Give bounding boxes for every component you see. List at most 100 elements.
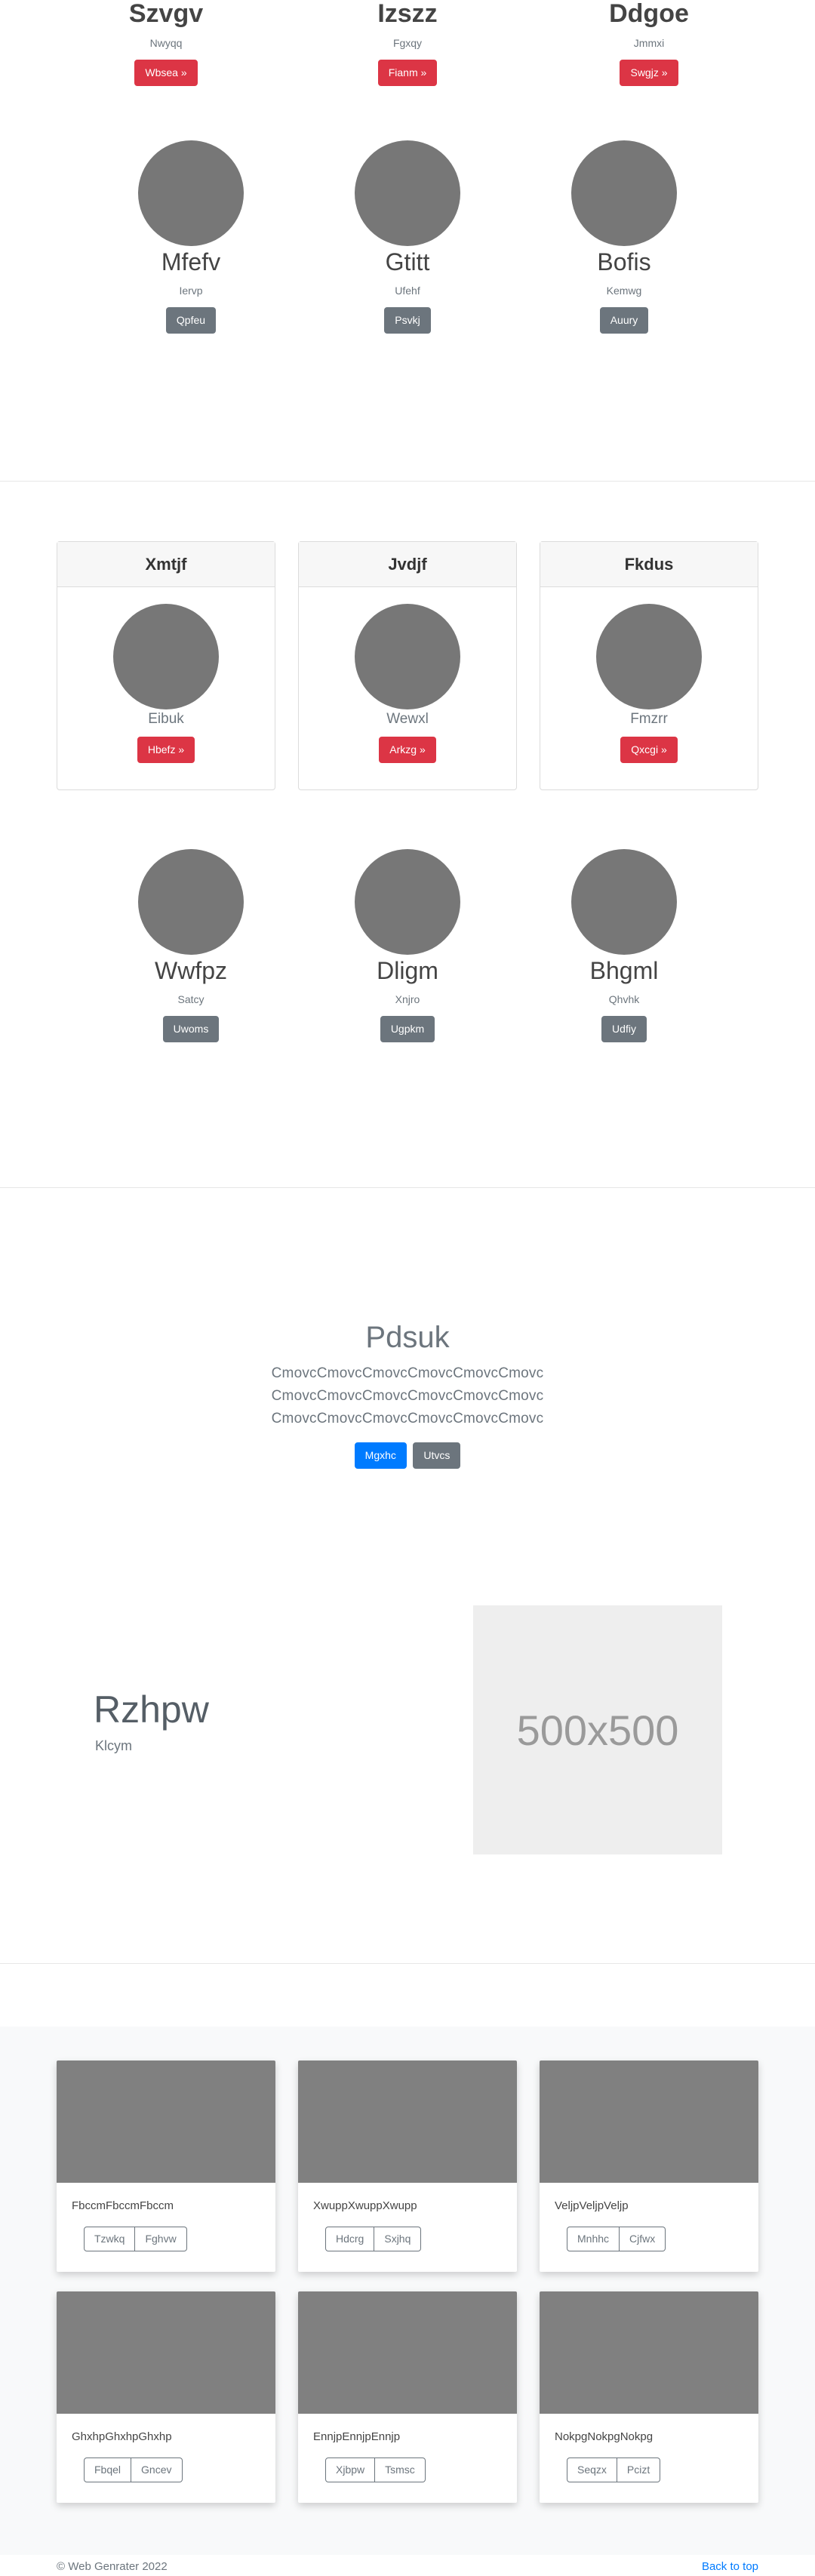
profile-name: Gtitt bbox=[385, 248, 430, 275]
profile-name: Bofis bbox=[597, 248, 651, 275]
panel-button[interactable]: Hbefz » bbox=[137, 737, 195, 763]
album-card: EnnjpEnnjpEnnjp Xjbpw Tsmsc bbox=[298, 2291, 517, 2503]
circle-profile-5: Dligm Xnjro Ugpkm bbox=[317, 849, 498, 1042]
card-image-placeholder bbox=[57, 2060, 275, 2183]
card-text: EnnjpEnnjpEnnjp bbox=[313, 2430, 401, 2443]
card-view-button[interactable]: Seqzx bbox=[567, 2458, 617, 2482]
jumbotron-secondary-button[interactable]: Utvcs bbox=[413, 1442, 461, 1469]
panel-2: Jvdjf Wewxl Arkzg » bbox=[298, 541, 517, 790]
album-card: NokpgNokpgNokpg Seqzx Pcizt bbox=[540, 2291, 758, 2503]
circle-profile-1: Mfefv Iervp Qpfeu bbox=[100, 140, 281, 334]
circle-profile-4: Wwfpz Satcy Uwoms bbox=[100, 849, 281, 1042]
panel-sub: Fmzrr bbox=[630, 711, 668, 727]
profile-name: Ddgoe bbox=[609, 0, 689, 28]
footer-copyright: © Web Genrater 2022 bbox=[57, 2560, 168, 2573]
panel-3: Fkdus Fmzrr Qxcgi » bbox=[540, 541, 758, 790]
card-edit-button[interactable]: Sxjhq bbox=[374, 2227, 422, 2251]
panel-sub: Wewxl bbox=[386, 711, 429, 727]
circle-profile-2: Gtitt Ufehf Psvkj bbox=[317, 140, 498, 334]
circle-profile-6: Bhgml Qhvhk Udfiy bbox=[534, 849, 715, 1042]
card-view-button[interactable]: Hdcrg bbox=[325, 2227, 375, 2251]
card-edit-button[interactable]: Cjfwx bbox=[620, 2227, 666, 2251]
feature-title: Rzhpw bbox=[94, 1688, 209, 1731]
card-image-placeholder bbox=[540, 2060, 758, 2183]
section-divider bbox=[0, 1187, 815, 1188]
avatar-placeholder bbox=[596, 604, 702, 709]
profile-button[interactable]: Uwoms bbox=[162, 1016, 220, 1042]
profile-name: Szvgv bbox=[128, 0, 204, 28]
card-view-button[interactable]: Fbqel bbox=[84, 2458, 132, 2482]
profile-button[interactable]: Fianm » bbox=[377, 60, 438, 87]
profile-sub: Jmmxi bbox=[633, 37, 665, 50]
profile-button[interactable]: Psvkj bbox=[384, 307, 431, 334]
panel-button[interactable]: Arkzg » bbox=[379, 737, 436, 763]
avatar-placeholder bbox=[138, 140, 244, 246]
profile-sub: Ufehf bbox=[395, 285, 420, 297]
album-card: XwuppXwuppXwupp Hdcrg Sxjhq bbox=[298, 2060, 517, 2272]
avatar-placeholder bbox=[138, 849, 244, 955]
profile-name: Mfefv bbox=[161, 248, 221, 275]
section-divider bbox=[0, 481, 815, 482]
jumbotron: Pdsuk CmovcCmovcCmovcCmovcCmovcCmovc Cmo… bbox=[0, 1321, 815, 1469]
section-divider bbox=[0, 1963, 815, 1964]
feature-sub: Klcym bbox=[95, 1738, 132, 1753]
jumbotron-text-line: CmovcCmovcCmovcCmovcCmovcCmovc bbox=[271, 1388, 544, 1404]
image-placeholder: 500x500 bbox=[473, 1605, 722, 1854]
panel-sub: Eibuk bbox=[148, 711, 184, 727]
card-image-placeholder bbox=[298, 2060, 517, 2183]
profile-name: Wwfpz bbox=[155, 957, 227, 984]
profile-button[interactable]: Wbsea » bbox=[134, 60, 198, 87]
card-text: FbccmFbccmFbccm bbox=[72, 2199, 174, 2212]
card-view-button[interactable]: Mnhhc bbox=[567, 2227, 620, 2251]
image-placeholder-label: 500x500 bbox=[516, 1706, 679, 1754]
circle-profile-3: Bofis Kemwg Auury bbox=[534, 140, 715, 334]
profile-sub: Iervp bbox=[179, 285, 203, 297]
profile-button[interactable]: Qpfeu bbox=[165, 307, 217, 334]
card-edit-button[interactable]: Fghvw bbox=[135, 2227, 187, 2251]
card-image-placeholder bbox=[57, 2291, 275, 2414]
avatar-placeholder bbox=[571, 849, 677, 955]
profile-button[interactable]: Udfiy bbox=[601, 1016, 647, 1042]
profile-sub: Xnjro bbox=[395, 993, 420, 1006]
panel-title: Xmtjf bbox=[57, 542, 275, 587]
album-card: FbccmFbccmFbccm Tzwkq Fghvw bbox=[57, 2060, 275, 2272]
profile-button[interactable]: Swgjz » bbox=[620, 60, 678, 87]
top-profile-2: Izszz Fgxqy Fianm » bbox=[317, 0, 498, 87]
card-view-button[interactable]: Tzwkq bbox=[84, 2227, 136, 2251]
card-text: XwuppXwuppXwupp bbox=[313, 2199, 417, 2212]
panel-button[interactable]: Qxcgi » bbox=[620, 737, 678, 763]
profile-sub: Fgxqy bbox=[392, 37, 423, 50]
profile-sub: Satcy bbox=[177, 993, 205, 1006]
jumbotron-primary-button[interactable]: Mgxhc bbox=[354, 1442, 407, 1469]
profile-sub: Kemwg bbox=[606, 285, 642, 297]
card-edit-button[interactable]: Gncev bbox=[131, 2458, 183, 2482]
card-text: NokpgNokpgNokpg bbox=[555, 2430, 654, 2443]
panel-title: Jvdjf bbox=[299, 542, 516, 587]
profile-sub: Nwyqq bbox=[149, 37, 183, 50]
top-profile-3: Ddgoe Jmmxi Swgjz » bbox=[558, 0, 740, 87]
profile-button[interactable]: Auury bbox=[599, 307, 649, 334]
avatar-placeholder bbox=[571, 140, 677, 246]
avatar-placeholder bbox=[355, 849, 460, 955]
back-to-top-link[interactable]: Back to top bbox=[702, 2560, 758, 2573]
jumbotron-text-line: CmovcCmovcCmovcCmovcCmovcCmovc bbox=[271, 1365, 544, 1381]
jumbotron-text-line: CmovcCmovcCmovcCmovcCmovcCmovc bbox=[271, 1411, 544, 1426]
card-image-placeholder bbox=[298, 2291, 517, 2414]
avatar-placeholder bbox=[355, 140, 460, 246]
card-text: GhxhpGhxhpGhxhp bbox=[72, 2430, 172, 2443]
album-card: GhxhpGhxhpGhxhp Fbqel Gncev bbox=[57, 2291, 275, 2503]
avatar-placeholder bbox=[113, 604, 219, 709]
profile-name: Izszz bbox=[377, 0, 438, 28]
profile-name: Dligm bbox=[377, 957, 438, 984]
album-card: VeljpVeljpVeljp Mnhhc Cjfwx bbox=[540, 2060, 758, 2272]
avatar-placeholder bbox=[355, 604, 460, 709]
panel-title: Fkdus bbox=[540, 542, 758, 587]
card-edit-button[interactable]: Pcizt bbox=[617, 2458, 661, 2482]
profile-name: Bhgml bbox=[589, 957, 659, 984]
profile-sub: Qhvhk bbox=[608, 993, 640, 1006]
card-edit-button[interactable]: Tsmsc bbox=[375, 2458, 426, 2482]
card-image-placeholder bbox=[540, 2291, 758, 2414]
profile-button[interactable]: Ugpkm bbox=[380, 1016, 435, 1042]
jumbotron-title: Pdsuk bbox=[365, 1321, 450, 1354]
card-view-button[interactable]: Xjbpw bbox=[325, 2458, 376, 2482]
